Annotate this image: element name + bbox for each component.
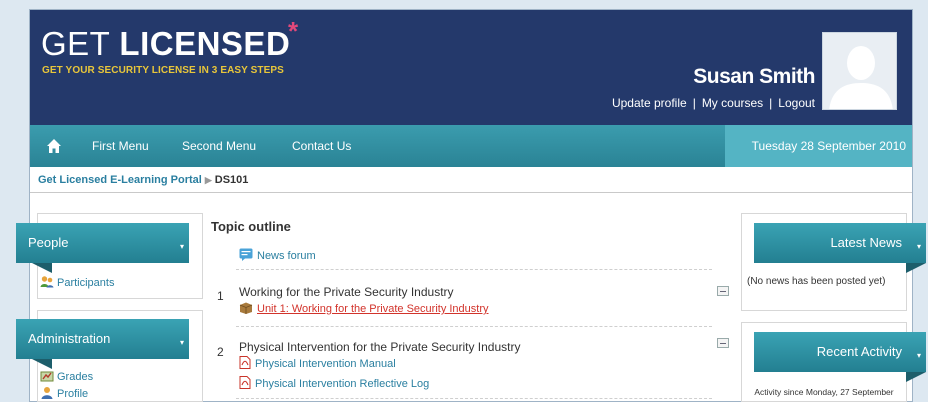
physical-intervention-manual-link[interactable]: Physical Intervention Manual	[239, 356, 396, 370]
ribbon-fold	[906, 263, 926, 273]
site-tagline: GET YOUR SECURITY LICENSE IN 3 EASY STEP…	[42, 65, 284, 76]
people-block-title: People	[28, 235, 69, 250]
section-number: 2	[217, 345, 224, 359]
recent-activity-header[interactable]: Recent Activity ▾	[754, 332, 926, 382]
home-icon[interactable]	[46, 138, 62, 154]
news-forum-link[interactable]: News forum	[239, 248, 316, 262]
main-nav: First Menu Second Menu Contact Us Tuesda…	[30, 125, 912, 167]
logo-text-bold: LICENSED	[119, 25, 291, 62]
manual-label: Physical Intervention Manual	[255, 358, 396, 370]
logout-link[interactable]: Logout	[778, 96, 815, 110]
reflective-log-label: Physical Intervention Reflective Log	[255, 378, 430, 390]
recent-activity-title: Recent Activity	[816, 344, 902, 359]
collapse-section-icon[interactable]	[717, 286, 729, 296]
latest-news-title: Latest News	[830, 235, 902, 250]
administration-block-title: Administration	[28, 331, 111, 346]
block-menu-icon[interactable]: ▾	[917, 336, 921, 376]
link-separator: |	[692, 96, 696, 110]
section-title: Working for the Private Security Industr…	[239, 285, 454, 299]
pdf-icon	[239, 376, 251, 389]
administration-block-header[interactable]: Administration ▾	[16, 319, 189, 369]
profile-label: Profile	[57, 388, 89, 400]
reflective-log-link[interactable]: Physical Intervention Reflective Log	[239, 376, 429, 390]
logo-star-icon: *	[288, 16, 299, 46]
my-courses-link[interactable]: My courses	[702, 96, 763, 110]
nav-contact-us[interactable]: Contact Us	[292, 139, 351, 153]
ribbon-fold	[32, 263, 52, 273]
user-silhouette-icon	[823, 33, 896, 109]
block-menu-icon[interactable]: ▾	[917, 227, 921, 267]
block-menu-icon[interactable]: ▾	[180, 323, 184, 363]
section-divider	[236, 326, 712, 327]
breadcrumb-current: DS101	[214, 174, 249, 186]
grades-link[interactable]: Grades	[40, 370, 93, 383]
recent-activity-message: Activity since Monday, 27 September	[754, 387, 894, 397]
avatar[interactable]	[822, 32, 897, 110]
package-icon	[239, 302, 253, 314]
block-menu-icon[interactable]: ▾	[180, 227, 184, 267]
section-divider	[236, 398, 712, 399]
site-logo[interactable]: GET LICENSED	[41, 24, 290, 64]
ribbon-fold	[906, 372, 926, 382]
section-number: 1	[217, 289, 224, 303]
user-name: Susan Smith	[693, 65, 815, 88]
profile-link[interactable]: Profile	[40, 386, 88, 400]
grades-label: Grades	[57, 371, 94, 383]
breadcrumb-home-link[interactable]: Get Licensed E-Learning Portal	[38, 174, 202, 186]
breadcrumb: Get Licensed E-Learning Portal ▶ DS101	[30, 167, 912, 193]
nav-first-menu[interactable]: First Menu	[92, 139, 149, 153]
forum-icon	[239, 248, 253, 261]
people-block-header[interactable]: People ▾	[16, 223, 189, 273]
participants-link[interactable]: Participants	[40, 275, 114, 289]
profile-icon	[41, 387, 53, 399]
topic-outline-title: Topic outline	[211, 219, 291, 234]
participants-label: Participants	[57, 277, 115, 289]
latest-news-message: (No news has been posted yet)	[747, 276, 886, 287]
unit-1-link[interactable]: Unit 1: Working for the Private Security…	[239, 302, 489, 315]
ribbon-fold	[32, 359, 52, 369]
grades-icon	[40, 371, 54, 382]
nav-second-menu[interactable]: Second Menu	[182, 139, 256, 153]
site-header: GET LICENSED * GET YOUR SECURITY LICENSE…	[30, 10, 912, 125]
current-date: Tuesday 28 September 2010	[725, 125, 912, 167]
news-forum-label: News forum	[257, 250, 316, 262]
section-title: Physical Intervention for the Private Se…	[239, 340, 521, 354]
section-divider	[236, 269, 712, 270]
unit-1-label: Unit 1: Working for the Private Security…	[257, 303, 489, 315]
collapse-section-icon[interactable]	[717, 338, 729, 348]
pdf-icon	[239, 356, 251, 369]
logo-text-light: GET	[41, 25, 120, 62]
latest-news-header[interactable]: Latest News ▾	[754, 223, 926, 273]
link-separator: |	[769, 96, 773, 110]
user-links: Update profile | My courses | Logout	[612, 96, 815, 110]
breadcrumb-arrow-icon: ▶	[204, 175, 212, 185]
update-profile-link[interactable]: Update profile	[612, 96, 687, 110]
participants-icon	[40, 276, 54, 288]
